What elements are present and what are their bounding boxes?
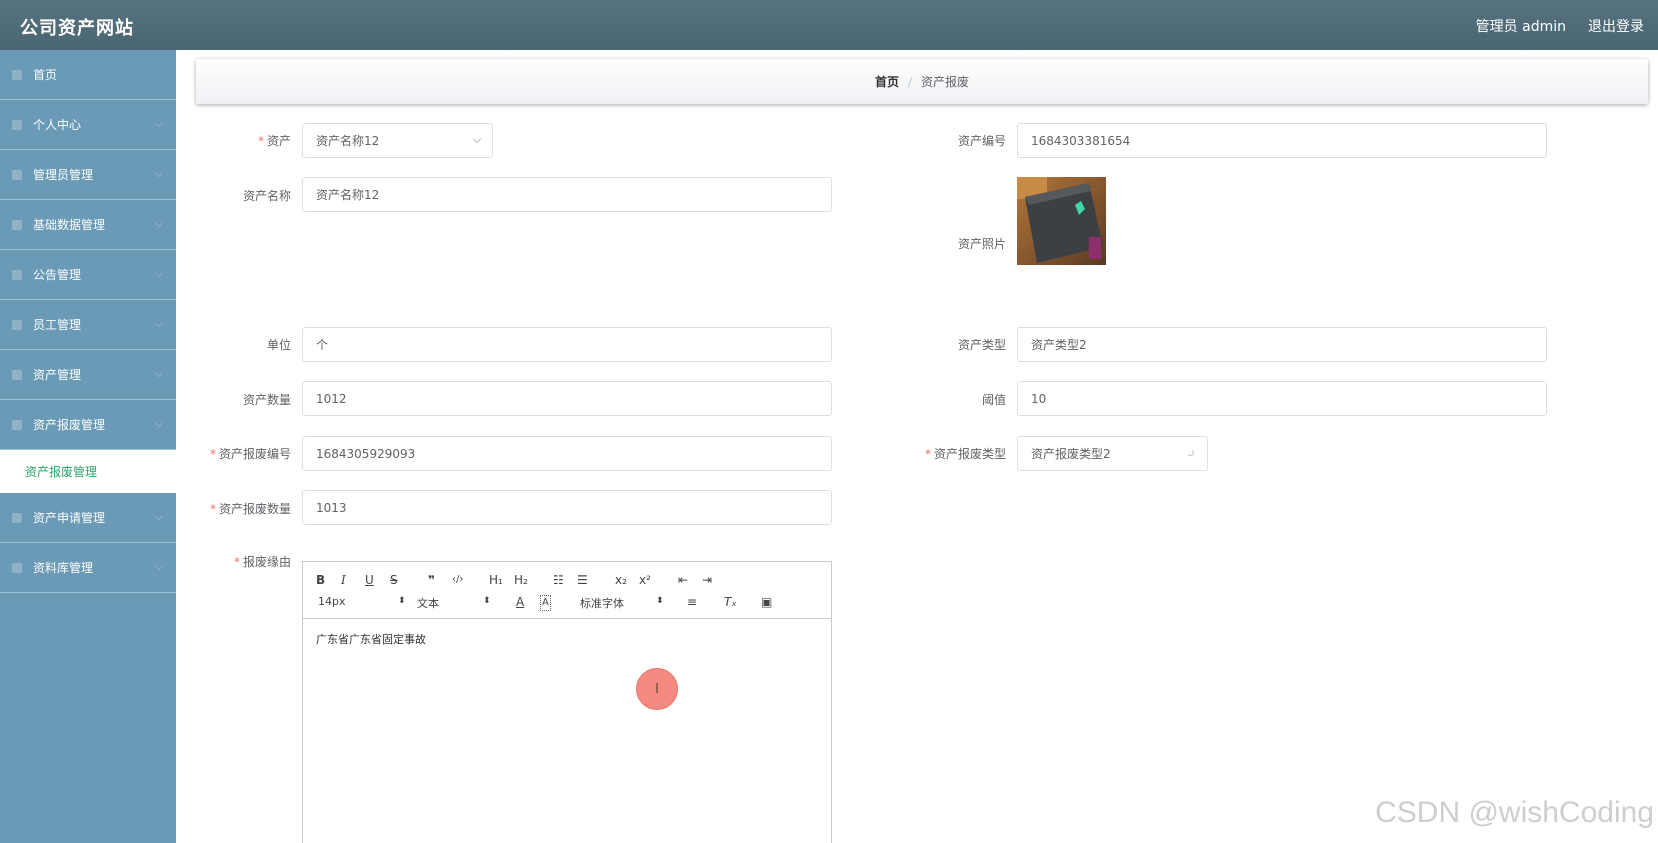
scrap-code-label: * 资产报废编号 (209, 447, 291, 461)
site-title: 公司资产网站 (20, 18, 134, 39)
scrap-icon (12, 419, 22, 430)
code-block-icon[interactable]: ‹/› (452, 573, 463, 587)
watermark: CSDN @wishCoding (1375, 796, 1654, 829)
updown-icon: ⬍ (656, 596, 664, 606)
threshold-field[interactable]: 10 (1017, 381, 1547, 416)
logout-link[interactable]: 退出登录 (1588, 16, 1644, 36)
ordered-list-icon[interactable]: ☷ (553, 573, 564, 587)
scrap-type-label: * 资产报废类型 (924, 447, 1006, 461)
database-icon (12, 219, 22, 230)
text-cursor-icon: I (655, 681, 659, 697)
breadcrumb: 首页 / 资产报废 (196, 59, 1648, 104)
updown-icon: ⬍ (483, 596, 491, 606)
sidebar-item-profile[interactable]: 个人中心 (0, 100, 176, 150)
asset-photo[interactable] (1017, 177, 1106, 265)
editor-content[interactable]: 广东省广东省固定事故 (303, 619, 831, 659)
sidebar: 首页 个人中心 管理员管理 基础数据管理 公告管理 员工管理 资产管理 资产报废… (0, 50, 176, 843)
loading-icon (1187, 449, 1194, 456)
asset-type-label: 资产类型 (957, 338, 1006, 352)
sidebar-item-home[interactable]: 首页 (0, 50, 176, 100)
chevron-down-icon (154, 511, 164, 521)
sidebar-item-apply[interactable]: 资产申请管理 (0, 493, 176, 543)
rich-text-editor[interactable]: B I U S ❞ ‹/› H₁ H₂ ☷ ☰ x₂ x² ⇤ ⇥ 14px ⬍ … (302, 561, 832, 843)
background-color-icon[interactable]: A (540, 595, 551, 611)
chevron-down-icon (154, 561, 164, 571)
updown-icon: ⬍ (398, 596, 406, 606)
asset-quantity-label: 资产数量 (242, 393, 291, 407)
sidebar-item-basic-data[interactable]: 基础数据管理 (0, 200, 176, 250)
text-type-select[interactable]: 文本 ⬍ (417, 595, 497, 611)
current-user: 管理员 admin (1475, 19, 1566, 35)
asset-type-field[interactable]: 资产类型2 (1017, 327, 1547, 362)
staff-icon (12, 319, 22, 330)
chevron-down-icon (154, 168, 164, 178)
sidebar-item-staff[interactable]: 员工管理 (0, 300, 176, 350)
sidebar-item-scrap[interactable]: 资产报废管理 (0, 400, 176, 450)
asset-name-field[interactable]: 资产名称12 (302, 177, 832, 212)
heading-1-icon[interactable]: H₁ (489, 573, 503, 587)
reason-label: * 报废缘由 (233, 555, 291, 569)
breadcrumb-separator: / (907, 74, 913, 89)
notice-icon (12, 269, 22, 280)
italic-icon[interactable]: I (341, 573, 346, 587)
superscript-icon[interactable]: x² (639, 573, 651, 587)
chevron-down-icon (154, 368, 164, 378)
outdent-icon[interactable]: ⇤ (678, 573, 688, 587)
asset-code-label: 资产编号 (957, 134, 1006, 148)
asset-label: * 资产 (257, 134, 291, 148)
chevron-down-icon (154, 268, 164, 278)
library-icon (12, 562, 22, 573)
bullet-list-icon[interactable]: ☰ (577, 573, 588, 587)
chevron-down-icon (472, 134, 482, 144)
indent-icon[interactable]: ⇥ (702, 573, 712, 587)
top-header: 公司资产网站 管理员 admin 退出登录 (0, 0, 1658, 50)
asset-name-label: 资产名称 (242, 189, 291, 203)
subscript-icon[interactable]: x₂ (615, 573, 627, 587)
asset-quantity-field[interactable]: 1012 (302, 381, 832, 416)
user-icon (12, 119, 22, 130)
unit-label: 单位 (266, 338, 291, 352)
scrap-quantity-label: * 资产报废数量 (209, 502, 291, 516)
editor-toolbar: B I U S ❞ ‹/› H₁ H₂ ☷ ☰ x₂ x² ⇤ ⇥ 14px ⬍ … (303, 562, 831, 619)
font-family-select[interactable]: 标准字体 ⬍ (580, 595, 664, 611)
breadcrumb-current: 资产报废 (921, 75, 970, 89)
heading-2-icon[interactable]: H₂ (514, 573, 528, 587)
sidebar-item-admin[interactable]: 管理员管理 (0, 150, 176, 200)
unit-field[interactable]: 个 (302, 327, 832, 362)
align-icon[interactable]: ≡ (687, 595, 697, 609)
apply-icon (12, 512, 22, 523)
home-icon (12, 69, 22, 80)
asset-photo-label: 资产照片 (957, 237, 1006, 251)
sidebar-subitem-scrap-manage[interactable]: 资产报废管理 (0, 450, 176, 493)
mouse-cursor-indicator: I (636, 668, 678, 710)
font-color-icon[interactable]: A (516, 595, 524, 609)
font-size-select[interactable]: 14px ⬍ (318, 595, 406, 608)
clear-format-icon[interactable]: Tₓ (724, 595, 737, 609)
breadcrumb-home[interactable]: 首页 (875, 73, 899, 90)
scrap-code-field[interactable]: 1684305929093 (302, 436, 832, 471)
sidebar-item-assets[interactable]: 资产管理 (0, 350, 176, 400)
asset-code-field[interactable]: 1684303381654 (1017, 123, 1547, 158)
scrap-quantity-field[interactable]: 1013 (302, 490, 832, 525)
underline-icon[interactable]: U (365, 573, 374, 587)
asset-select[interactable]: 资产名称12 (302, 123, 493, 158)
bold-icon[interactable]: B (316, 573, 325, 587)
threshold-label: 阈值 (981, 393, 1006, 407)
scrap-type-select[interactable]: 资产报废类型2 (1017, 436, 1208, 471)
sidebar-item-notice[interactable]: 公告管理 (0, 250, 176, 300)
sidebar-item-library[interactable]: 资料库管理 (0, 543, 176, 593)
chevron-down-icon (154, 318, 164, 328)
asset-icon (12, 369, 22, 380)
laptop-image (1017, 177, 1106, 265)
chevron-up-icon (154, 418, 164, 428)
chevron-down-icon (154, 218, 164, 228)
admin-icon (12, 169, 22, 180)
quote-icon[interactable]: ❞ (428, 573, 435, 587)
strikethrough-icon[interactable]: S (390, 573, 398, 587)
chevron-down-icon (154, 118, 164, 128)
image-icon[interactable]: ▣ (761, 595, 772, 609)
